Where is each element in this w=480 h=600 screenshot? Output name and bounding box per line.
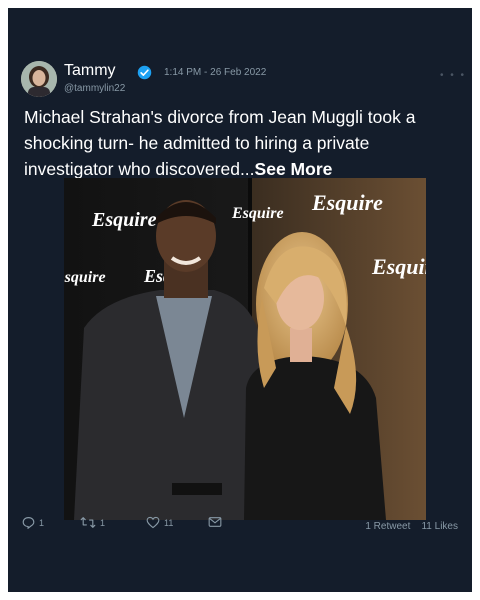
share-button[interactable] — [208, 516, 222, 528]
retweet-button[interactable]: 1 — [80, 516, 105, 529]
backdrop-logo: Esquire — [371, 254, 426, 279]
like-button[interactable]: 11 — [146, 516, 173, 529]
backdrop-logo: Esquire — [91, 209, 157, 231]
share-icon — [208, 517, 222, 527]
retweet-count: 1 — [100, 517, 106, 528]
retweets-summary[interactable]: 1 Retweet — [365, 521, 410, 532]
tweet-photo[interactable]: Esquire Esquire Esquire Esquire Esquire … — [64, 178, 426, 520]
backdrop-logo: Esquire — [311, 190, 383, 215]
backdrop-logo: Esquire — [64, 269, 106, 286]
reply-button[interactable]: 1 — [22, 516, 44, 529]
reply-icon — [22, 517, 35, 529]
retweet-icon — [80, 517, 96, 528]
see-more-link[interactable]: See More — [255, 159, 333, 179]
timestamp[interactable]: 1:14 PM - 26 Feb 2022 — [164, 67, 266, 78]
avatar[interactable] — [21, 61, 57, 97]
engagement-summary: 1 Retweet 11 Likes — [365, 521, 458, 532]
more-icon[interactable]: • • • — [440, 70, 466, 81]
tweet-body: Michael Strahan's divorce from Jean Mugg… — [24, 107, 416, 179]
verified-badge-icon — [137, 65, 152, 80]
like-icon — [146, 516, 160, 529]
reply-count: 1 — [39, 517, 45, 528]
backdrop-logo: Esquire — [231, 205, 284, 222]
author-handle[interactable]: @tammylin22 — [64, 83, 125, 94]
tweet-text: Michael Strahan's divorce from Jean Mugg… — [24, 104, 460, 182]
likes-summary[interactable]: 11 Likes — [421, 521, 458, 532]
author-name[interactable]: Tammy — [64, 62, 116, 80]
like-count: 11 — [164, 517, 174, 528]
tweet-card: Tammy 1:14 PM - 26 Feb 2022 @tammylin22 … — [8, 8, 472, 592]
